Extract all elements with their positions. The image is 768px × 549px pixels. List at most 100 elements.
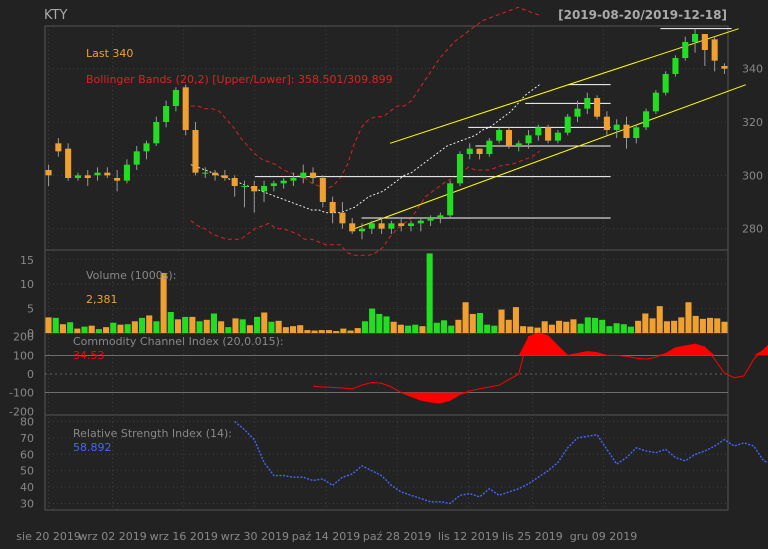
volume-bar (67, 322, 74, 333)
volume-bar (124, 324, 131, 333)
volume-bar (74, 328, 81, 333)
volume-bar (333, 331, 340, 333)
x-tick-label: lis 25 2019 (502, 530, 563, 543)
candle-body (672, 58, 679, 74)
volume-bar (570, 319, 577, 333)
candle-body (104, 172, 111, 176)
volume-bar (88, 325, 95, 333)
x-tick-label: wrz 16 2019 (150, 530, 218, 543)
volume-bar (268, 321, 275, 333)
cci-label: Commodity Channel Index (20,0.015): (73, 335, 284, 348)
rsi-y-tick-label: 60 (20, 448, 34, 461)
rsi-y-tick-label: 40 (20, 481, 34, 494)
candle-body (398, 223, 405, 226)
candle-body (339, 212, 346, 224)
volume-bar (721, 321, 728, 333)
volume-y-tick-label: 10 (20, 278, 34, 291)
volume-bar (347, 330, 354, 333)
candle-body (721, 66, 728, 69)
candle-body (182, 87, 189, 130)
candle-body (241, 186, 248, 187)
candle-body (662, 74, 669, 93)
cci-y-tick-label: -100 (9, 387, 34, 400)
candle-body (319, 178, 326, 202)
bollinger-label: Bollinger Bands (20,2) [Upper/Lower]: 35… (86, 73, 393, 86)
candle-body (349, 223, 356, 232)
volume-bar (462, 302, 469, 333)
volume-y-tick-label: 5 (27, 303, 34, 316)
candle-body (251, 186, 258, 192)
volume-bar (714, 318, 721, 333)
volume-bar (678, 317, 685, 333)
volume-bar (311, 330, 318, 333)
candle-body (329, 202, 336, 213)
candle-body (427, 218, 434, 221)
volume-bar (663, 321, 670, 333)
volume-bar (45, 317, 52, 333)
volume-bar (174, 319, 182, 333)
volume-bar (59, 324, 66, 333)
cci-y-tick-label: 0 (27, 368, 34, 381)
candle-body (358, 228, 366, 232)
volume-bar (110, 322, 117, 333)
volume-bar (131, 321, 138, 333)
volume-bar (577, 323, 584, 333)
candle-body (643, 111, 650, 128)
date-range: [2019-08-20/2019-12-18] (558, 8, 727, 22)
volume-bar (548, 324, 555, 333)
candle-body (633, 127, 640, 138)
volume-bar (354, 328, 361, 333)
volume-bar (146, 315, 153, 333)
candle-body (623, 124, 630, 138)
candle-body (594, 98, 601, 117)
candle-body (65, 148, 72, 178)
volume-bar (117, 324, 124, 333)
x-tick-label: paź 14 2019 (292, 530, 360, 543)
volume-bar (405, 325, 412, 333)
candle-body (309, 172, 317, 178)
candle-body (153, 122, 160, 144)
volume-bar (397, 324, 404, 333)
candle-body (261, 186, 268, 192)
volume-bar (520, 326, 527, 333)
rsi-last-value: 58.892 (73, 441, 112, 454)
candle-body (545, 127, 552, 141)
volume-bar (218, 321, 225, 333)
candle-body (456, 154, 464, 184)
candle-body (202, 172, 209, 174)
x-tick-label: wrz 02 2019 (78, 530, 146, 543)
volume-bar (613, 323, 620, 333)
candle-body (231, 178, 238, 186)
volume-bar (476, 312, 484, 333)
volume-bar (81, 326, 88, 333)
candle-body (417, 220, 424, 224)
candle-body (554, 132, 561, 141)
volume-bar (232, 318, 239, 333)
price-y-tick-label: 300 (742, 169, 763, 182)
volume-bar (707, 317, 714, 333)
volume-bar (361, 321, 368, 333)
volume-bar (297, 325, 304, 333)
volume-bar (275, 320, 282, 333)
volume-bar (239, 319, 246, 333)
volume-bar (556, 320, 563, 333)
volume-bar (671, 320, 678, 333)
candle-body (407, 223, 415, 226)
volume-bar (419, 326, 426, 333)
volume-bar (383, 316, 390, 333)
volume-last-value: 2,381 (86, 293, 118, 306)
volume-bar (505, 319, 512, 333)
candle-body (603, 116, 610, 130)
candle-body (574, 108, 581, 117)
rsi-y-tick-label: 70 (20, 432, 34, 445)
x-tick-label: wrz 30 2019 (221, 530, 289, 543)
x-tick-label: sie 20 2019 (16, 530, 81, 543)
volume-bar (390, 321, 397, 333)
volume-bar (210, 313, 217, 333)
candle-body (221, 175, 228, 178)
candle-body (613, 124, 620, 130)
candle-body (84, 175, 91, 178)
volume-bar (189, 316, 196, 333)
candle-body (212, 172, 219, 176)
cci-y-tick-label: 200 (13, 331, 34, 344)
